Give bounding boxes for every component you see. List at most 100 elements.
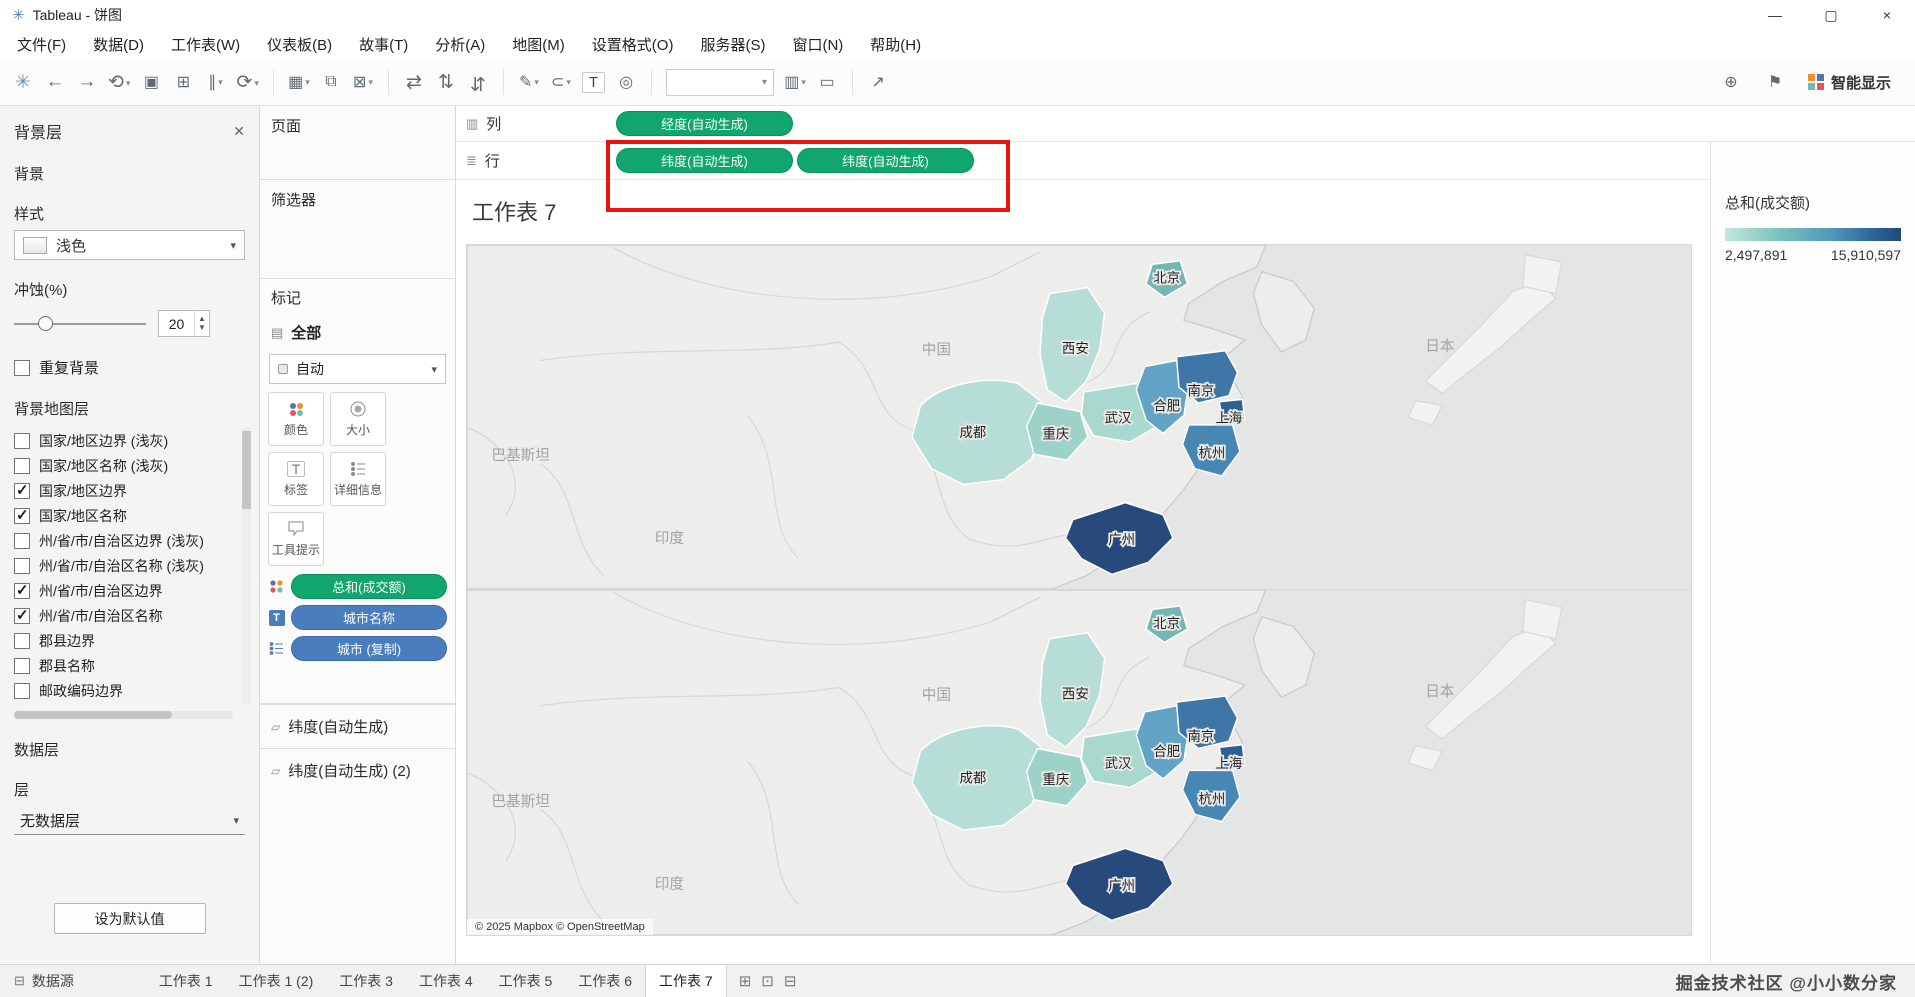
color-button[interactable]: 颜色 [268,392,324,446]
sheet-tab-6[interactable]: 工作表 6 [565,965,645,997]
map-layer-option[interactable]: 州/省/市/自治区名称 (浅灰) [14,553,235,578]
show-cards-icon[interactable]: ▥ [784,72,806,92]
highlight-icon[interactable]: ✎ [518,72,540,92]
map-view-bottom[interactable]: © 2025 Mapbox © OpenStreetMap [466,590,1692,936]
presentation-mode-icon[interactable]: ▭ [816,72,838,92]
menu-item-format[interactable]: 设置格式(O) [592,34,674,55]
marks-pill-city-name[interactable]: 城市名称 [291,605,447,630]
menu-item-worksheet[interactable]: 工作表(W) [171,34,240,55]
china-map[interactable] [467,245,1691,589]
map-layer-option[interactable]: 州/省/市/自治区边界 [14,578,235,603]
label-button[interactable]: T 标签 [268,452,324,506]
marks-all-row[interactable]: ▤ 全部 [260,308,455,345]
checkbox-icon[interactable] [14,457,30,474]
sheet-tab-4[interactable]: 工作表 4 [406,965,486,997]
checkbox-icon[interactable] [14,432,30,449]
scrollbar-thumb[interactable] [14,711,172,719]
undo-icon[interactable]: ← [44,71,66,93]
show-me-button[interactable]: 智能显示 [1807,72,1891,93]
set-default-button[interactable]: 设为默认值 [53,903,206,934]
checkbox-icon[interactable] [14,481,30,499]
minimize-button[interactable]: — [1747,0,1803,30]
add-data-icon[interactable]: ⊞ [172,72,194,92]
checkbox-icon[interactable] [14,581,30,599]
checkbox-icon[interactable] [14,557,30,574]
close-panel-icon[interactable]: ✕ [233,123,245,140]
swap-axes-icon[interactable]: ⇄ [403,71,425,94]
map-layer-option[interactable]: 国家/地区边界 (浅灰) [14,428,235,453]
checkbox-icon[interactable] [14,632,30,649]
close-button[interactable]: × [1859,0,1915,30]
menu-item-data[interactable]: 数据(D) [93,34,144,55]
data-layer-dropdown[interactable]: 无数据层 [14,806,245,835]
new-story-tab-icon[interactable]: ⊟ [784,972,797,990]
map-layer-option[interactable]: 郡县边界 [14,628,235,653]
menu-item-story[interactable]: 故事(T) [359,34,408,55]
menu-item-server[interactable]: 服务器(S) [700,34,765,55]
sort-ascending-icon[interactable]: ⇅ [435,71,457,94]
map-layer-option[interactable]: 国家/地区名称 [14,503,235,528]
checkbox-icon[interactable] [14,682,30,699]
clear-sheet-icon[interactable]: ⊠ [352,72,374,92]
columns-pill-longitude[interactable]: 经度(自动生成) [616,111,793,136]
style-dropdown[interactable]: 浅色 [14,230,245,260]
size-button[interactable]: 大小 [330,392,386,446]
menu-item-dashboard[interactable]: 仪表板(B) [267,34,332,55]
new-worksheet-tab-icon[interactable]: ⊞ [739,972,752,990]
latitude-marks-card-1[interactable]: ▱ 纬度(自动生成) [260,704,455,748]
menu-item-map[interactable]: 地图(M) [512,34,565,55]
scrollbar-thumb[interactable] [242,431,251,509]
checkbox-icon[interactable] [14,606,30,624]
sheet-tab-3[interactable]: 工作表 3 [326,965,406,997]
horizontal-scrollbar[interactable] [14,711,233,719]
marks-pill-city-copy[interactable]: 城市 (复制) [291,636,447,661]
washout-spinner[interactable]: 20 ▲ ▼ [158,310,210,337]
detail-button[interactable]: 详细信息 [330,452,386,506]
menu-item-help[interactable]: 帮助(H) [870,34,921,55]
menu-item-file[interactable]: 文件(F) [17,34,66,55]
fit-dropdown[interactable] [666,68,775,96]
duplicate-icon[interactable]: ⧉ [320,73,342,91]
pin-icon[interactable]: ◎ [615,72,637,92]
checkbox-icon[interactable] [14,359,30,376]
sheet-tab-1[interactable]: 工作表 1 [146,965,226,997]
checkbox-icon[interactable] [14,657,30,674]
china-map[interactable] [467,590,1691,935]
save-icon[interactable]: ▣ [140,72,162,92]
map-view-top[interactable] [466,244,1692,590]
refresh-icon[interactable]: ⟳ [236,71,258,94]
sheet-tab-1-2[interactable]: 工作表 1 (2) [226,965,327,997]
tooltip-button[interactable]: 工具提示 [268,512,324,566]
pages-card[interactable]: 页面 [260,106,455,180]
vertical-scrollbar[interactable] [242,428,251,704]
repeat-background-option[interactable]: 重复背景 [14,357,245,378]
menu-item-analysis[interactable]: 分析(A) [435,34,485,55]
menu-item-window[interactable]: 窗口(N) [792,34,843,55]
pause-updates-icon[interactable]: ∥ [204,72,226,92]
globe-icon[interactable]: ⊕ [1720,72,1742,92]
map-layer-option[interactable]: 国家/地区名称 (浅灰) [14,453,235,478]
mark-type-dropdown[interactable]: 自动 [269,354,446,384]
share-icon[interactable]: ↗ [867,72,889,92]
replay-icon[interactable]: ⟲ [108,71,130,94]
latitude-marks-card-2[interactable]: ▱ 纬度(自动生成) (2) [260,748,455,792]
data-source-tab[interactable]: ⊟ 数据源 [0,965,88,997]
rows-pill-latitude-1[interactable]: 纬度(自动生成) [616,148,793,173]
tableau-logo-icon[interactable]: ✳ [12,71,34,94]
filters-card[interactable]: 筛选器 [260,180,455,279]
rows-shelf[interactable]: ≣ 行 纬度(自动生成) 纬度(自动生成) [456,142,1710,180]
marks-pill-sum-turnover[interactable]: 总和(成交额) [291,574,447,599]
map-layer-option[interactable]: 州/省/市/自治区边界 (浅灰) [14,528,235,553]
paperclip-icon[interactable]: ⊂ [550,72,572,92]
sort-descending-icon[interactable]: ⇅ [467,71,489,94]
flag-icon[interactable]: ⚑ [1764,72,1786,92]
redo-icon[interactable]: → [76,71,98,93]
slider-knob[interactable] [38,315,53,331]
maximize-button[interactable]: ▢ [1803,0,1859,30]
mark-labels-icon[interactable]: T [581,71,606,93]
new-dashboard-tab-icon[interactable]: ⊡ [761,972,774,990]
sheet-tab-7-active[interactable]: 工作表 7 [645,965,727,997]
rows-pill-latitude-2[interactable]: 纬度(自动生成) [797,148,974,173]
sheet-tab-5[interactable]: 工作表 5 [486,965,566,997]
new-worksheet-icon[interactable]: ▦ [288,72,310,92]
